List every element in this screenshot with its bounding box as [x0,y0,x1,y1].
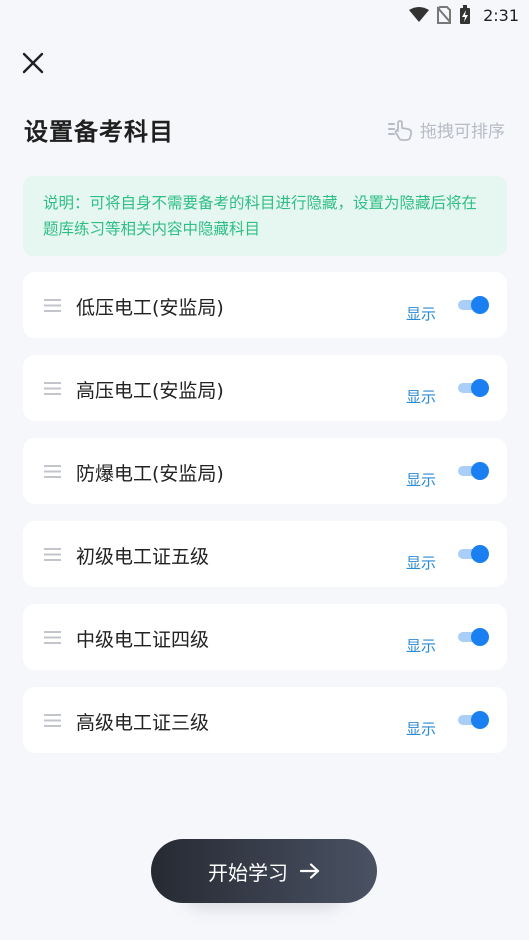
no-sim-icon [437,6,452,24]
visibility-toggle[interactable] [458,379,489,397]
status-time: 2:31 [483,5,519,25]
visibility-state: 显示 [406,637,437,655]
subject-item[interactable]: 高级电工证三级 显示 [23,687,507,753]
subject-list: 低压电工(安监局) 显示 高压电工(安监局) 显示 防爆电工(安监局) 显示 初… [23,272,507,770]
subject-item[interactable]: 中级电工证四级 显示 [23,604,507,670]
toggle-knob [471,379,489,397]
status-bar: 2:31 [0,0,529,30]
visibility-state: 显示 [406,471,437,489]
visibility-state: 显示 [406,554,437,572]
subject-name: 中级电工证四级 [76,629,210,651]
notice-box: 说明：可将自身不需要备考的科目进行隐藏，设置为隐藏后将在题库练习等相关内容中隐藏… [23,176,507,256]
visibility-toggle[interactable] [458,628,489,646]
close-icon [22,52,44,74]
page-title: 设置备考科目 [24,118,174,146]
subject-item[interactable]: 低压电工(安监局) 显示 [23,272,507,338]
drag-handle-icon[interactable] [44,714,61,727]
drag-hand-icon [388,119,413,141]
drag-handle-icon[interactable] [44,299,61,312]
subject-name: 高级电工证三级 [76,712,210,734]
visibility-toggle[interactable] [458,711,489,729]
visibility-state: 显示 [406,305,437,323]
toggle-knob [471,296,489,314]
visibility-toggle[interactable] [458,296,489,314]
drag-handle-icon[interactable] [44,548,61,561]
subject-item[interactable]: 初级电工证五级 显示 [23,521,507,587]
visibility-state: 显示 [406,388,437,406]
visibility-toggle[interactable] [458,545,489,563]
arrow-right-icon [300,863,320,879]
wifi-icon [409,7,430,23]
subject-name: 初级电工证五级 [76,546,210,568]
start-study-label: 开始学习 [208,860,288,885]
subject-name: 低压电工(安监局) [76,297,224,319]
drag-handle-icon[interactable] [44,382,61,395]
subject-name: 高压电工(安监局) [76,380,224,402]
subject-item[interactable]: 防爆电工(安监局) 显示 [23,438,507,504]
drag-handle-icon[interactable] [44,465,61,478]
battery-charging-icon [459,5,471,25]
start-study-button[interactable]: 开始学习 [151,839,377,903]
subject-item[interactable]: 高压电工(安监局) 显示 [23,355,507,421]
visibility-state: 显示 [406,720,437,738]
toggle-knob [471,628,489,646]
toggle-knob [471,711,489,729]
toggle-knob [471,545,489,563]
toggle-knob [471,462,489,480]
drag-handle-icon[interactable] [44,631,61,644]
notice-text: 说明：可将自身不需要备考的科目进行隐藏，设置为隐藏后将在题库练习等相关内容中隐藏… [43,194,478,238]
subject-name: 防爆电工(安监局) [76,463,224,485]
drag-sort-hint: 拖拽可排序 [388,117,505,142]
drag-sort-label: 拖拽可排序 [420,122,505,142]
visibility-toggle[interactable] [458,462,489,480]
close-button[interactable] [18,48,48,78]
